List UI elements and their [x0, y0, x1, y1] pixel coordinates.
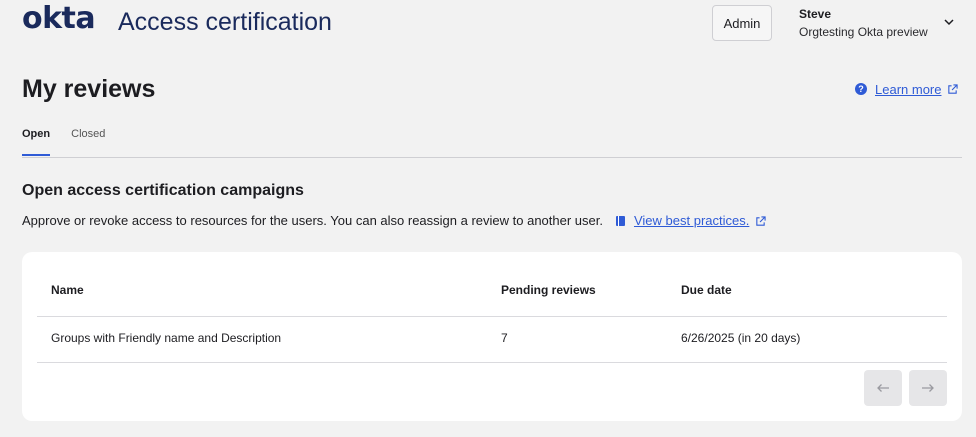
previous-page-button[interactable]	[864, 370, 902, 406]
app-title: Access certification	[118, 8, 332, 36]
chevron-down-icon[interactable]	[943, 17, 955, 27]
section-description: Approve or revoke access to resources fo…	[22, 212, 766, 230]
user-name: Steve	[799, 7, 832, 21]
learn-more-link[interactable]: ? Learn more	[855, 81, 959, 97]
user-menu[interactable]: Steve Orgtesting Okta preview	[799, 7, 928, 40]
pending-count: 7	[501, 331, 508, 345]
next-page-button[interactable]	[909, 370, 947, 406]
campaigns-table-card: Name Pending reviews Due date Groups wit…	[22, 252, 962, 421]
tab-open[interactable]: Open	[22, 126, 51, 156]
user-org: Orgtesting Okta preview	[799, 25, 928, 39]
arrow-left-icon	[877, 384, 889, 392]
column-header-name: Name	[51, 283, 84, 297]
external-link-icon	[948, 83, 959, 94]
column-header-due-date: Due date	[681, 283, 732, 297]
admin-button[interactable]: Admin	[712, 5, 772, 41]
header-divider	[37, 316, 947, 317]
okta-logo[interactable]: okta	[22, 2, 96, 36]
help-icon: ?	[855, 83, 867, 95]
book-icon	[615, 216, 625, 226]
tabs: Open Closed	[22, 126, 126, 156]
page-title: My reviews	[22, 75, 156, 103]
section-title: Open access certification campaigns	[22, 182, 304, 199]
row-divider	[37, 362, 947, 363]
tab-closed[interactable]: Closed	[71, 126, 105, 156]
due-date: 6/26/2025 (in 20 days)	[681, 331, 801, 345]
column-header-pending: Pending reviews	[501, 283, 596, 297]
campaign-name[interactable]: Groups with Friendly name and Descriptio…	[51, 330, 281, 346]
learn-more-label[interactable]: Learn more	[875, 82, 941, 97]
tabs-divider	[22, 157, 962, 158]
view-best-practices-link[interactable]: View best practices.	[634, 212, 749, 230]
description-text: Approve or revoke access to resources fo…	[22, 213, 603, 228]
external-link-icon[interactable]	[755, 215, 766, 227]
arrow-right-icon	[922, 384, 934, 392]
